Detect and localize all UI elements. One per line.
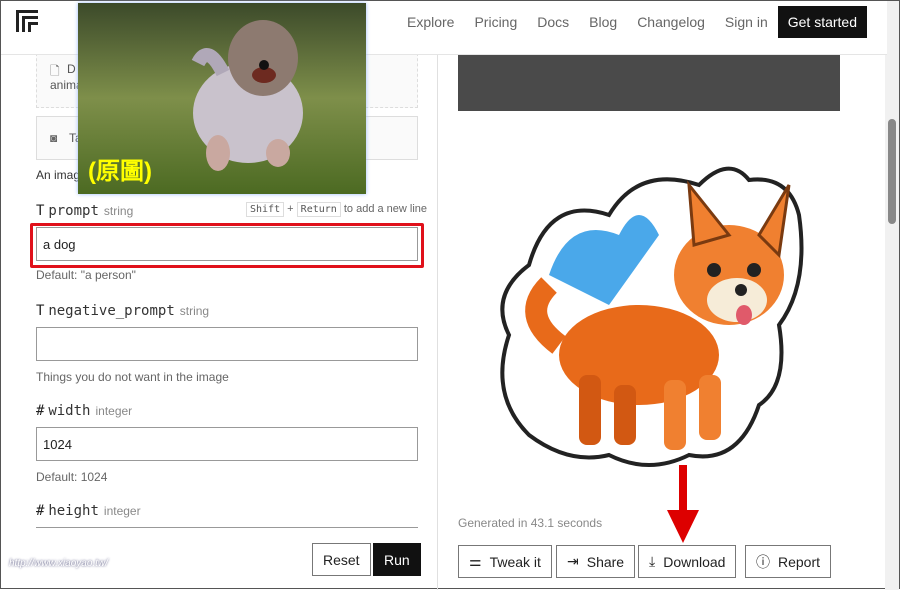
red-arrow-annotation xyxy=(667,465,699,543)
nav-explore[interactable]: Explore xyxy=(407,14,454,30)
download-button[interactable]: ⤓ Download xyxy=(638,545,737,578)
tweak-it-button[interactable]: ⚌ Tweak it xyxy=(458,545,552,578)
prompt-label: T prompt string xyxy=(36,203,134,219)
dog-sticker-output xyxy=(500,166,804,467)
scrollbar[interactable] xyxy=(885,1,899,590)
nav-docs[interactable]: Docs xyxy=(537,14,569,30)
width-default: Default: 1024 xyxy=(36,470,108,484)
scrollbar-thumb[interactable] xyxy=(888,119,896,224)
text-type-icon: T xyxy=(36,203,45,219)
nav-sign-in[interactable]: Sign in xyxy=(725,14,768,30)
run-button[interactable]: Run xyxy=(373,543,421,576)
output-panel: Generated in 43.1 seconds ⚌ Tweak it ⇥ Sha… xyxy=(439,55,887,590)
replicate-logo[interactable] xyxy=(14,8,40,34)
negative-prompt-input[interactable] xyxy=(36,327,418,361)
nav-blog[interactable]: Blog xyxy=(589,14,617,30)
prompt-default: Default: "a person" xyxy=(36,268,136,282)
previous-output-image xyxy=(458,55,840,111)
negative-prompt-label: T negative_prompt string xyxy=(36,303,210,319)
nav-pricing[interactable]: Pricing xyxy=(474,14,517,30)
negative-prompt-desc: Things you do not want in the image xyxy=(36,370,229,384)
image-description: An imag xyxy=(36,168,81,182)
info-icon: ⓘ xyxy=(756,553,770,570)
share-button[interactable]: ⇥ Share xyxy=(556,545,636,578)
height-label: # height integer xyxy=(36,503,141,519)
watermark: http://www.xiaoyao.tw/ xyxy=(9,558,108,569)
nav-changelog[interactable]: Changelog xyxy=(637,14,705,30)
height-input[interactable] xyxy=(36,527,418,528)
newline-hint: Shift + Return to add a new line xyxy=(246,202,427,217)
reset-button[interactable]: Reset xyxy=(312,543,371,576)
original-image-inset: (原圖) xyxy=(78,3,366,194)
camera-icon: ◙ xyxy=(50,131,58,145)
share-icon: ⇥ xyxy=(567,553,579,569)
get-started-button[interactable]: Get started xyxy=(777,6,867,38)
prompt-input[interactable]: a dog xyxy=(36,227,418,261)
width-input[interactable]: 1024 xyxy=(36,427,418,461)
upload-text: D xyxy=(67,62,76,76)
download-icon: ⤓ xyxy=(649,553,656,569)
sliders-icon: ⚌ xyxy=(469,553,482,569)
width-label: # width integer xyxy=(36,403,133,419)
original-label: (原圖) xyxy=(88,158,152,185)
report-button[interactable]: ⓘ Report xyxy=(745,545,832,578)
generation-time: Generated in 43.1 seconds xyxy=(458,516,603,530)
